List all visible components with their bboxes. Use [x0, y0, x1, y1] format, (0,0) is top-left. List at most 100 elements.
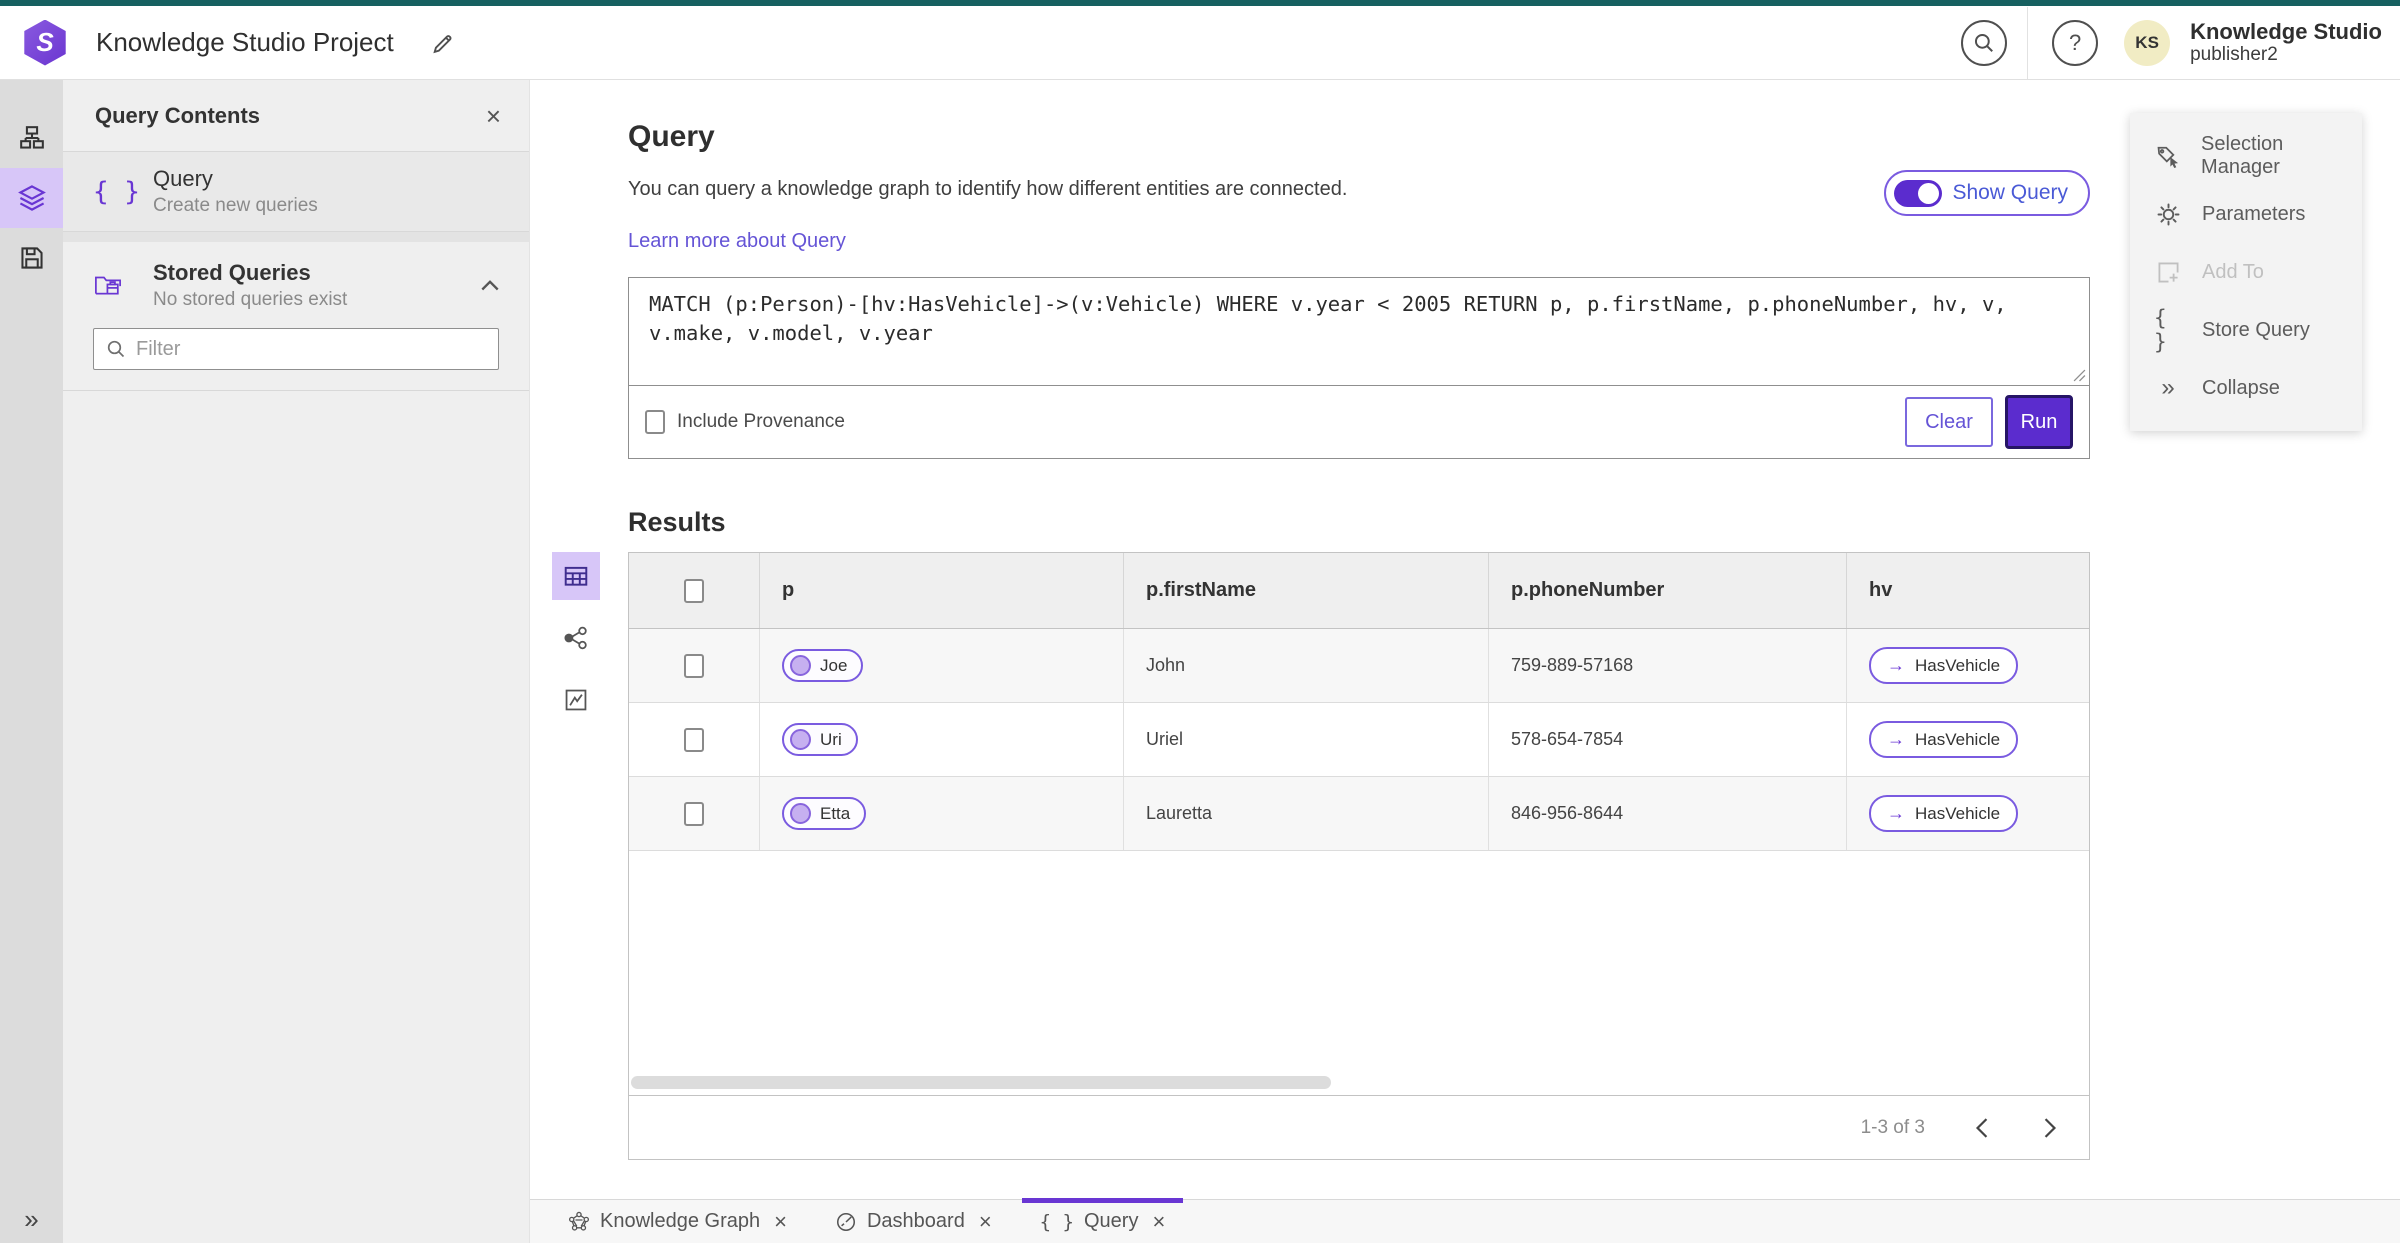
- project-title: Knowledge Studio Project: [96, 27, 394, 57]
- query-item-subtitle: Create new queries: [153, 195, 318, 216]
- collapse-section-chevron-up-icon[interactable]: [481, 279, 499, 291]
- map-view-icon[interactable]: [552, 676, 600, 724]
- collapse-item[interactable]: » Collapse: [2130, 359, 2362, 417]
- table-row[interactable]: Uri Uriel 578-654-7854 → HasVehicle: [629, 703, 2089, 777]
- gear-icon: [2154, 202, 2182, 227]
- resize-handle-icon[interactable]: [2073, 369, 2086, 382]
- filter-input[interactable]: [136, 337, 466, 361]
- user-name: Knowledge Studio: [2190, 18, 2382, 44]
- results-view-switcher: [552, 552, 600, 724]
- tab-query[interactable]: { } Query ×: [1016, 1198, 1190, 1243]
- node-dot-icon: [790, 803, 811, 824]
- row-checkbox[interactable]: [684, 727, 704, 752]
- knowledge-graph-tree-icon[interactable]: [0, 108, 63, 168]
- help-icon[interactable]: ?: [2052, 19, 2099, 66]
- selection-manager-icon: [2154, 143, 2181, 169]
- column-header-phonenumber[interactable]: p.phoneNumber: [1488, 553, 1846, 628]
- table-empty-area: [629, 851, 2089, 1095]
- clear-button[interactable]: Clear: [1905, 397, 1993, 447]
- arrow-right-icon: →: [1887, 655, 1905, 675]
- row-checkbox[interactable]: [684, 653, 704, 678]
- include-provenance-checkbox[interactable]: [645, 410, 665, 434]
- previous-page-icon[interactable]: [1971, 1114, 1993, 1142]
- results-table: p p.firstName p.phoneNumber hv Joe John …: [628, 552, 2090, 1160]
- close-tab-icon[interactable]: ×: [774, 1210, 787, 1233]
- toggle-switch[interactable]: [1894, 179, 1943, 207]
- arrow-right-icon: →: [1887, 803, 1905, 823]
- show-query-toggle[interactable]: Show Query: [1884, 170, 2090, 216]
- graph-view-icon[interactable]: [552, 614, 600, 662]
- close-tab-icon[interactable]: ×: [979, 1210, 992, 1233]
- horizontal-scrollbar[interactable]: [631, 1076, 1331, 1089]
- node-chip[interactable]: Uri: [782, 723, 858, 756]
- left-icon-rail: »: [0, 80, 63, 1243]
- store-query-item[interactable]: { } Store Query: [2130, 301, 2362, 359]
- query-footer: Include Provenance Clear Run: [629, 386, 2089, 458]
- tool-label: Selection Manager: [2201, 133, 2284, 178]
- node-chip[interactable]: Etta: [782, 797, 867, 830]
- tab-label: Dashboard: [866, 1210, 965, 1232]
- table-row[interactable]: Joe John 759-889-57168 → HasVehicle: [629, 629, 2089, 703]
- tool-label: Store Query: [2202, 318, 2310, 341]
- edge-chip[interactable]: → HasVehicle: [1869, 795, 2019, 832]
- filter-box: [93, 328, 499, 370]
- tools-panel: Selection Manager Parameters Add To {} …: [2130, 113, 2362, 431]
- cell-firstname: Lauretta: [1123, 777, 1488, 850]
- query-contents-panel: Query Contents × { } Query Create new qu…: [63, 80, 530, 1243]
- query-text[interactable]: MATCH (p:Person)-[hv:HasVehicle]->(v:Veh…: [649, 290, 2069, 347]
- parameters-item[interactable]: Parameters: [2130, 185, 2362, 243]
- cell-firstname: John: [1123, 629, 1488, 702]
- sidebar-item-stored-queries[interactable]: Stored Queries No stored queries exist: [63, 242, 529, 328]
- column-header-firstname[interactable]: p.firstName: [1123, 553, 1488, 628]
- tool-label: Collapse: [2202, 376, 2280, 399]
- query-editor[interactable]: MATCH (p:Person)-[hv:HasVehicle]->(v:Veh…: [629, 278, 2089, 386]
- table-row[interactable]: Etta Lauretta 846-956-8644 → HasVehicle: [629, 777, 2089, 851]
- cell-phonenumber: 578-654-7854: [1488, 703, 1846, 776]
- page-description: You can query a knowledge graph to ident…: [628, 178, 1348, 200]
- select-all-checkbox[interactable]: [684, 578, 704, 603]
- edge-label: HasVehicle: [1915, 729, 2001, 749]
- expand-panel-icon[interactable]: »: [0, 1204, 63, 1235]
- column-header-hv[interactable]: hv: [1846, 553, 2089, 628]
- app-logo-icon[interactable]: S: [24, 19, 66, 66]
- sidebar-item-query[interactable]: { } Query Create new queries: [63, 152, 529, 232]
- column-header-p[interactable]: p: [759, 553, 1123, 628]
- node-dot-icon: [790, 655, 811, 676]
- tab-dashboard[interactable]: Dashboard ×: [811, 1200, 1016, 1243]
- main-area: Query You can query a knowledge graph to…: [530, 80, 2400, 1243]
- avatar[interactable]: KS: [2124, 19, 2171, 66]
- pagination-bar: 1-3 of 3: [629, 1095, 2089, 1159]
- table-view-icon[interactable]: [552, 552, 600, 600]
- edge-chip[interactable]: → HasVehicle: [1869, 647, 2019, 684]
- panel-header: Query Contents ×: [63, 80, 529, 152]
- learn-more-link[interactable]: Learn more about Query: [628, 230, 846, 253]
- row-checkbox[interactable]: [684, 801, 704, 826]
- edit-title-icon[interactable]: [430, 30, 456, 56]
- tab-knowledge-graph[interactable]: Knowledge Graph ×: [544, 1200, 811, 1243]
- edge-chip[interactable]: → HasVehicle: [1869, 721, 2019, 758]
- next-page-icon[interactable]: [2039, 1114, 2061, 1142]
- run-button[interactable]: Run: [2005, 395, 2073, 449]
- query-layers-icon[interactable]: [0, 168, 63, 228]
- arrow-right-icon: →: [1887, 729, 1905, 749]
- close-panel-icon[interactable]: ×: [486, 103, 501, 129]
- topbar-right: ? KS Knowledge Studio publisher2: [1961, 6, 2388, 79]
- query-item-title: Query: [153, 166, 213, 191]
- stored-queries-title: Stored Queries: [153, 259, 311, 285]
- selection-manager-item[interactable]: Selection Manager: [2130, 127, 2362, 185]
- node-chip[interactable]: Joe: [782, 649, 864, 682]
- edge-label: HasVehicle: [1915, 803, 2001, 823]
- braces-icon: { }: [1039, 1210, 1074, 1233]
- save-icon[interactable]: [0, 228, 63, 288]
- tool-label: Parameters: [2202, 202, 2306, 225]
- close-tab-icon[interactable]: ×: [1152, 1210, 1165, 1233]
- knowledge-graph-icon: [568, 1211, 590, 1231]
- query-editor-box: MATCH (p:Person)-[hv:HasVehicle]->(v:Veh…: [628, 277, 2090, 459]
- panel-title: Query Contents: [95, 102, 261, 128]
- braces-icon: { }: [93, 176, 140, 207]
- node-dot-icon: [790, 729, 811, 750]
- add-to-icon: [2154, 260, 2182, 285]
- search-icon[interactable]: [1961, 19, 2008, 66]
- filter-search-icon: [107, 340, 125, 358]
- tool-label: Add To: [2202, 260, 2264, 283]
